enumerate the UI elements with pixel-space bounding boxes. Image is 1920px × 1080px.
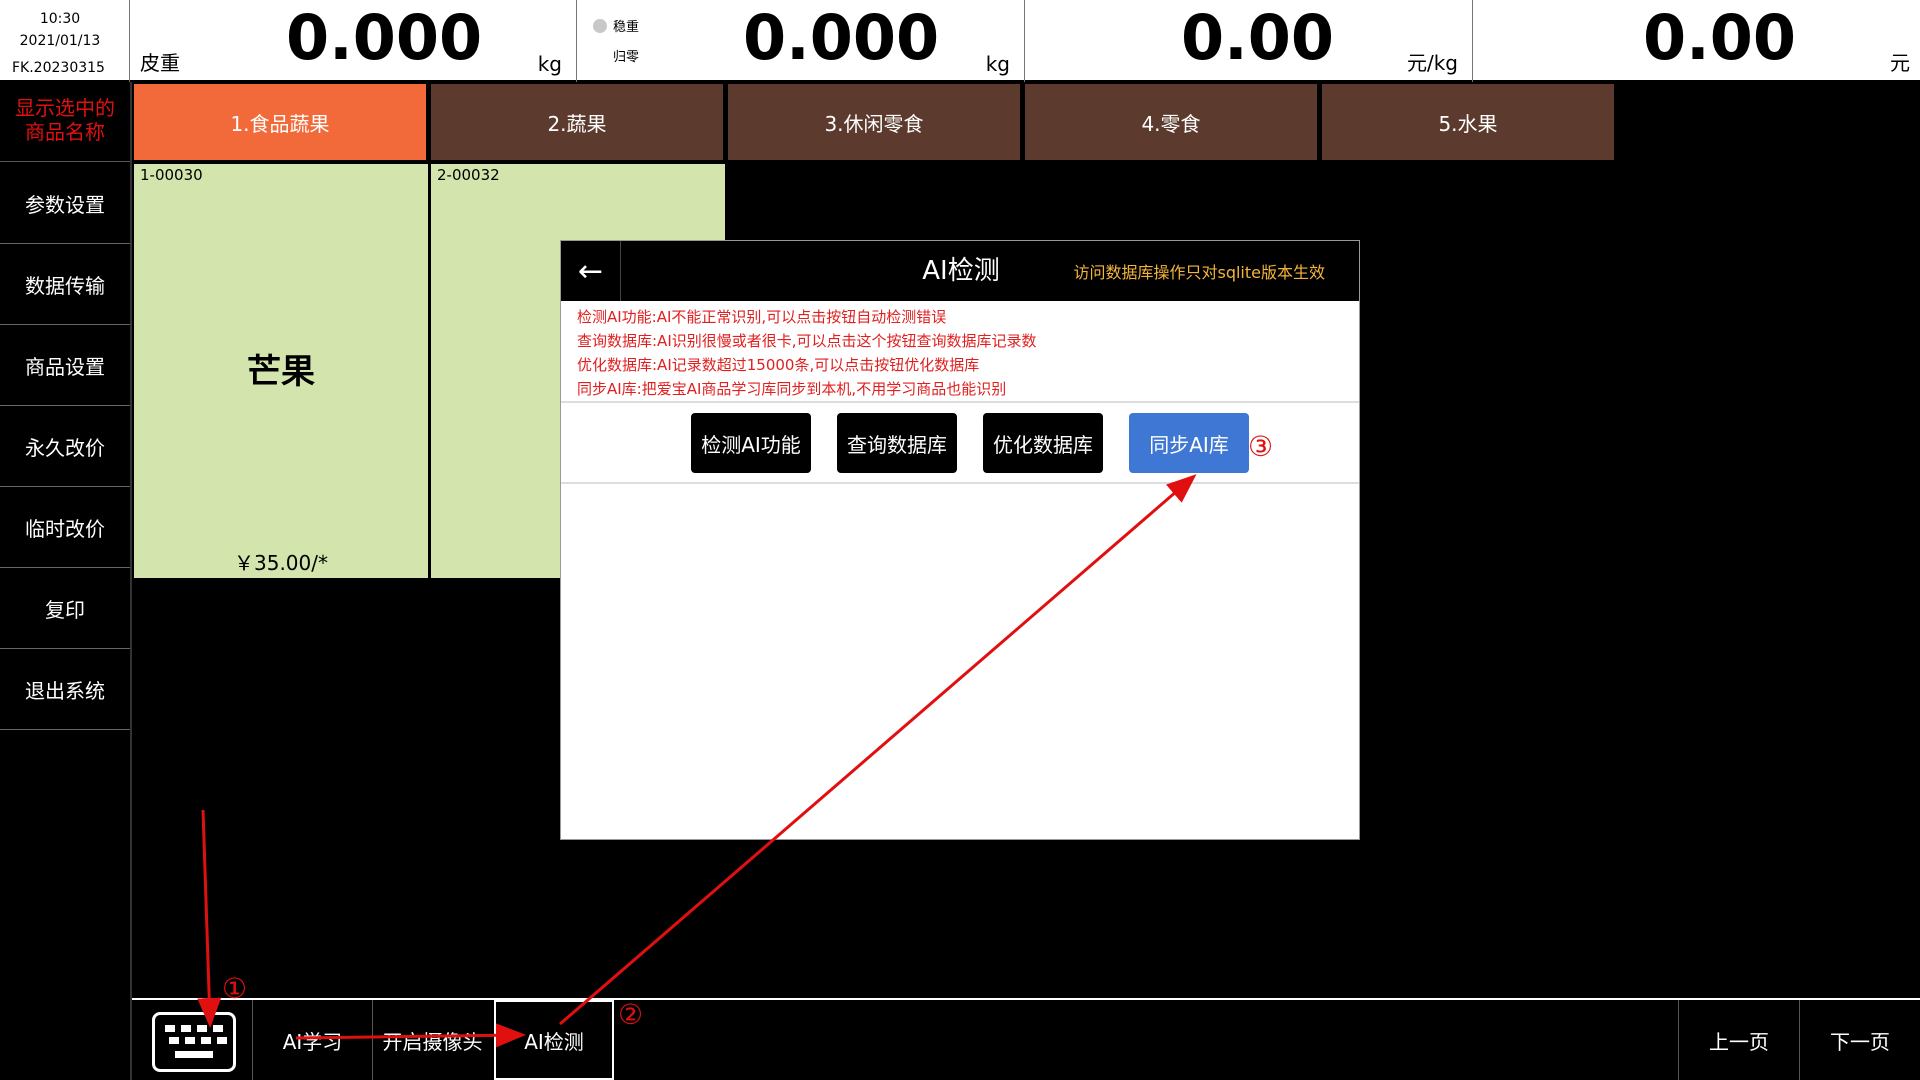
bottom-toolbar: AI学习 开启摄像头 AI检测 上一页 下一页: [132, 998, 1920, 1080]
annotation-step-1: ①: [222, 972, 248, 1005]
total-unit: 元: [1890, 51, 1910, 75]
weight-value: 0.000: [743, 1, 940, 74]
product-price: ￥35.00/*: [234, 551, 328, 575]
unit-price-unit: 元/kg: [1406, 51, 1458, 75]
keyboard-key: [181, 1025, 191, 1032]
sidebar-item-temporary-price[interactable]: 临时改价: [0, 487, 130, 568]
weight-unit: kg: [985, 52, 1010, 76]
keyboard-key: [201, 1037, 211, 1044]
stable-label: 稳重: [613, 20, 640, 35]
category-tab-snacks[interactable]: 4.零食: [1025, 84, 1317, 160]
keyboard-icon[interactable]: [152, 1012, 236, 1072]
product-code: 1-00030: [140, 166, 203, 184]
version-label: FK.20230315: [12, 60, 105, 76]
arrow-step-1: [197, 809, 222, 1028]
divider: [561, 401, 1359, 403]
total-value: 0.00: [1643, 1, 1796, 74]
category-tab-fruit[interactable]: 5.水果: [1322, 84, 1614, 160]
annotation-step-2: ②: [618, 998, 644, 1031]
keyboard-key: [169, 1037, 179, 1044]
open-camera-button[interactable]: 开启摄像头: [372, 1000, 492, 1080]
product-name: 芒果: [247, 352, 315, 392]
stable-dot-icon: [593, 19, 607, 33]
tare-panel: 皮重 0.000 kg: [130, 0, 577, 82]
category-tab-food-produce[interactable]: 1.食品蔬果: [134, 84, 426, 160]
prev-page-button[interactable]: 上一页: [1678, 1000, 1799, 1080]
unit-price-value: 0.00: [1181, 1, 1334, 74]
desc-line: 同步AI库:把爱宝AI商品学习库同步到本机,不用学习商品也能识别: [577, 380, 1007, 398]
weight-panel: 稳重 归零 0.000 kg: [577, 0, 1025, 82]
clock-date: 2021/01/13: [19, 33, 101, 49]
unit-price-panel: 0.00 元/kg: [1025, 0, 1473, 82]
product-card[interactable]: 1-00030 芒果 ￥35.00/*: [134, 164, 428, 578]
top-status-bar: 10:30 2021/01/13 FK.20230315 皮重 0.000 kg…: [0, 0, 1920, 82]
dialog-header: ← AI检测 访问数据库操作只对sqlite版本生效: [561, 241, 1359, 301]
divider: [561, 482, 1359, 484]
product-code: 2-00032: [437, 166, 500, 184]
tare-label: 皮重: [140, 51, 180, 75]
sidebar-item-product-settings[interactable]: 商品设置: [0, 325, 130, 406]
ai-detect-dialog: ← AI检测 访问数据库操作只对sqlite版本生效 检测AI功能:AI不能正常…: [560, 240, 1360, 840]
sidebar-item-data-transfer[interactable]: 数据传输: [0, 244, 130, 325]
zero-label: 归零: [613, 50, 640, 65]
sidebar-item-permanent-price[interactable]: 永久改价: [0, 406, 130, 487]
keyboard-key: [165, 1025, 175, 1032]
tare-value: 0.000: [286, 1, 483, 74]
clock-panel: 10:30 2021/01/13 FK.20230315: [0, 0, 130, 82]
pos-scale-screen: 10:30 2021/01/13 FK.20230315 皮重 0.000 kg…: [0, 0, 1920, 1080]
desc-line: 检测AI功能:AI不能正常识别,可以点击按钮自动检测错误: [577, 308, 947, 326]
keyboard-key: [217, 1037, 227, 1044]
query-database-button[interactable]: 查询数据库: [837, 413, 957, 473]
selected-name-line2: 商品名称: [25, 120, 105, 144]
keyboard-key: [197, 1025, 207, 1032]
total-panel: 0.00 元: [1473, 0, 1920, 82]
next-page-button[interactable]: 下一页: [1799, 1000, 1920, 1080]
category-tab-leisure-snacks[interactable]: 3.休闲零食: [728, 84, 1020, 160]
ai-learn-button[interactable]: AI学习: [252, 1000, 372, 1080]
optimize-database-button[interactable]: 优化数据库: [983, 413, 1103, 473]
ai-detect-button[interactable]: AI检测: [494, 1000, 614, 1080]
arrow-left-icon: ←: [577, 253, 604, 289]
stable-indicator: 稳重: [593, 16, 639, 35]
sync-ai-library-button[interactable]: 同步AI库: [1129, 413, 1249, 473]
back-button[interactable]: ←: [561, 241, 621, 301]
desc-line: 查询数据库:AI识别很慢或者很卡,可以点击这个按钮查询数据库记录数: [577, 332, 1037, 350]
annotation-step-3: ③: [1248, 430, 1274, 463]
selected-name-line1: 显示选中的: [15, 96, 115, 120]
check-ai-function-button[interactable]: 检测AI功能: [691, 413, 811, 473]
dialog-note: 访问数据库操作只对sqlite版本生效: [1073, 263, 1325, 282]
category-tab-vegetables[interactable]: 2.蔬果: [431, 84, 723, 160]
keyboard-spacebar: [175, 1051, 213, 1058]
left-sidebar: 显示选中的 商品名称 参数设置 数据传输 商品设置 永久改价 临时改价 复印 退…: [0, 82, 132, 1080]
selected-product-name: 显示选中的 商品名称: [0, 82, 130, 162]
desc-line: 优化数据库:AI记录数超过15000条,可以点击按钮优化数据库: [577, 356, 980, 374]
keyboard-key: [213, 1025, 223, 1032]
sidebar-item-parameter-settings[interactable]: 参数设置: [0, 163, 130, 244]
dialog-description: 检测AI功能:AI不能正常识别,可以点击按钮自动检测错误 查询数据库:AI识别很…: [577, 305, 1337, 401]
keyboard-key: [185, 1037, 195, 1044]
tare-unit: kg: [537, 52, 562, 76]
clock-time: 10:30: [39, 11, 81, 27]
sidebar-item-reprint[interactable]: 复印: [0, 568, 130, 649]
dialog-title: AI检测: [922, 256, 1000, 286]
sidebar-item-exit-system[interactable]: 退出系统: [0, 649, 130, 730]
